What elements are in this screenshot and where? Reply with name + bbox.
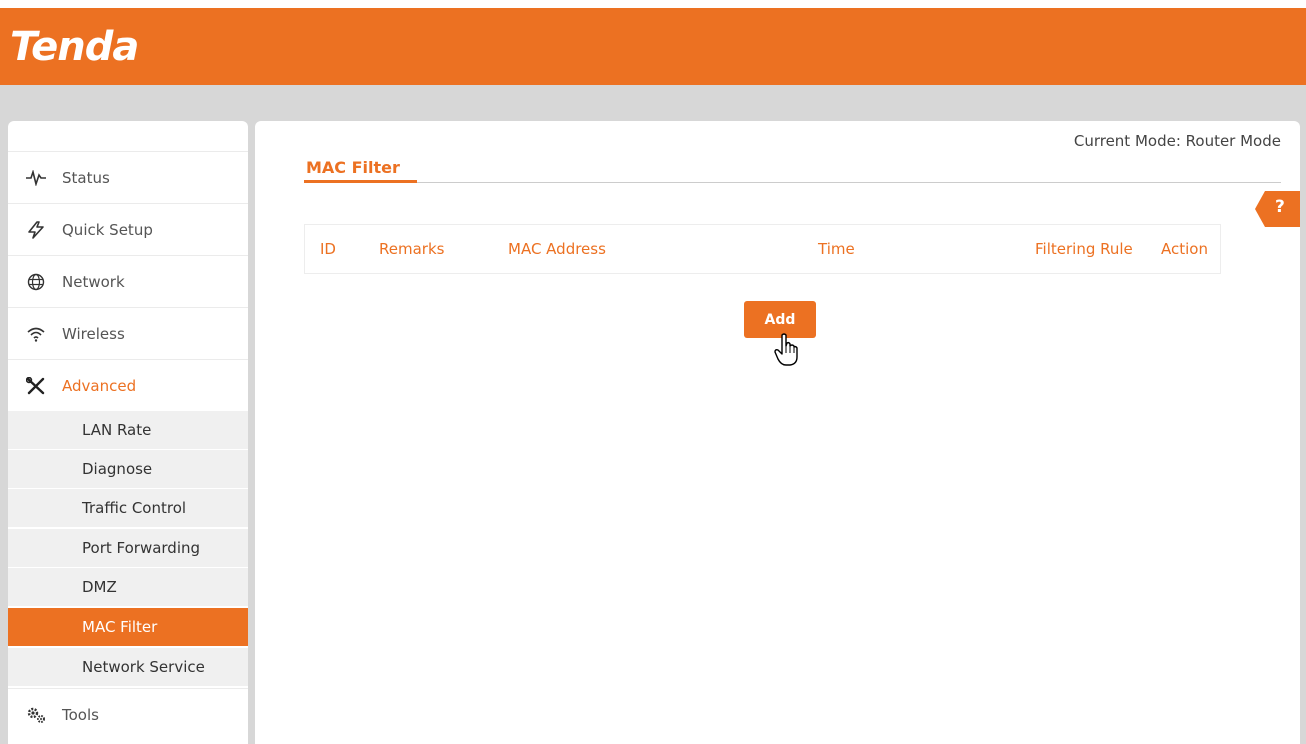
submenu-item-lan-rate[interactable]: LAN Rate bbox=[8, 410, 248, 449]
column-header-id: ID bbox=[320, 240, 336, 258]
title-underline bbox=[304, 180, 417, 183]
sidebar-item-label: Wireless bbox=[62, 324, 125, 343]
sidebar-item-tools[interactable]: Tools bbox=[8, 688, 248, 740]
submenu-item-diagnose[interactable]: Diagnose bbox=[8, 449, 248, 488]
sidebar-item-label: Status bbox=[62, 168, 110, 187]
submenu-item-dmz[interactable]: DMZ bbox=[8, 567, 248, 606]
submenu-item-traffic-control[interactable]: Traffic Control bbox=[8, 488, 248, 527]
column-header-action: Action bbox=[1161, 240, 1208, 258]
top-strip bbox=[0, 0, 1306, 8]
sidebar-item-wireless[interactable]: Wireless bbox=[8, 307, 248, 359]
tools-icon bbox=[26, 376, 46, 396]
lightning-icon bbox=[26, 220, 46, 240]
sidebar-item-network[interactable]: Network bbox=[8, 255, 248, 307]
pulse-icon bbox=[26, 168, 46, 188]
globe-icon bbox=[26, 272, 46, 292]
title-divider bbox=[304, 182, 1281, 183]
sidebar-item-status[interactable]: Status bbox=[8, 151, 248, 203]
hand-cursor-icon bbox=[774, 333, 798, 366]
sidebar-item-label: Quick Setup bbox=[62, 220, 153, 239]
sidebar-item-quick-setup[interactable]: Quick Setup bbox=[8, 203, 248, 255]
help-button[interactable]: ? bbox=[1255, 191, 1300, 227]
sidebar-item-label: Advanced bbox=[62, 376, 137, 395]
page-title: MAC Filter bbox=[306, 158, 400, 177]
submenu-item-network-service[interactable]: Network Service bbox=[8, 647, 248, 686]
submenu-item-port-forwarding[interactable]: Port Forwarding bbox=[8, 528, 248, 567]
column-header-filtering-rule: Filtering Rule bbox=[1035, 240, 1133, 258]
sidebar-item-advanced[interactable]: Advanced bbox=[8, 359, 248, 411]
sidebar-item-label: Tools bbox=[62, 705, 99, 724]
sidebar: Status Quick Setup Network Wireless Adva… bbox=[8, 121, 248, 744]
wifi-icon bbox=[26, 324, 46, 344]
column-header-time: Time bbox=[818, 240, 855, 258]
help-icon: ? bbox=[1275, 197, 1285, 217]
table-header-row: ID Remarks MAC Address Time Filtering Ru… bbox=[304, 224, 1221, 274]
column-header-mac-address: MAC Address bbox=[508, 240, 606, 258]
submenu-item-mac-filter[interactable]: MAC Filter bbox=[8, 607, 248, 646]
sidebar-item-label: Network bbox=[62, 272, 125, 291]
tenda-logo[interactable]: Tenda bbox=[10, 24, 139, 70]
column-header-remarks: Remarks bbox=[379, 240, 445, 258]
current-mode-label: Current Mode: Router Mode bbox=[1073, 132, 1281, 150]
main-panel: Current Mode: Router Mode MAC Filter ? I… bbox=[255, 121, 1300, 744]
gears-icon bbox=[26, 705, 46, 725]
header-bar: Tenda bbox=[0, 8, 1306, 85]
